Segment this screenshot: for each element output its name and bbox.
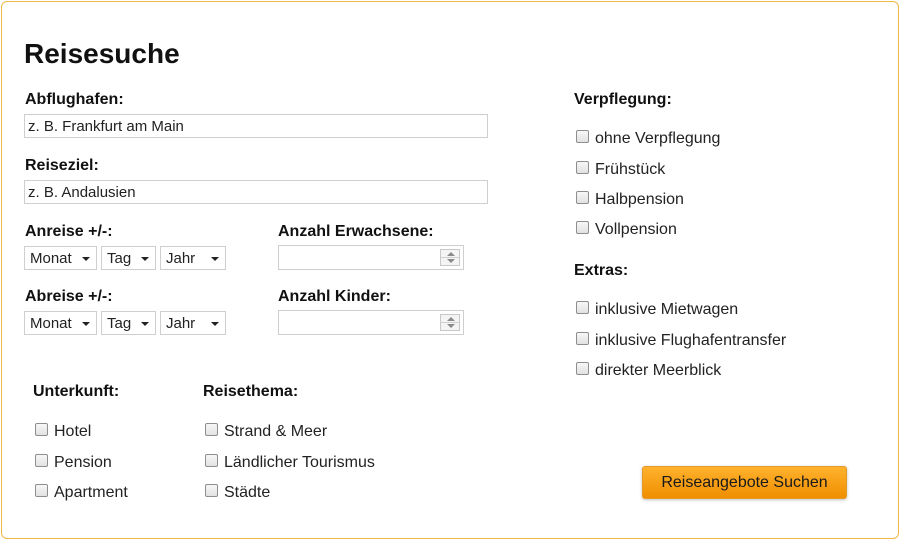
option-label: direkter Meerblick xyxy=(595,362,722,379)
checkbox[interactable] xyxy=(576,331,589,345)
catering-option-none[interactable]: ohne Verpflegung xyxy=(576,129,721,148)
stepper-buttons[interactable] xyxy=(440,314,460,331)
option-label: Vollpension xyxy=(595,221,677,238)
arrival-month-select[interactable]: Monat xyxy=(24,246,97,270)
catering-option-full-board[interactable]: Vollpension xyxy=(576,220,677,239)
return-year-select[interactable]: Jahr xyxy=(160,311,226,335)
checkbox[interactable] xyxy=(35,483,48,497)
checkbox[interactable] xyxy=(205,422,218,436)
option-label: Frühstück xyxy=(595,161,666,178)
theme-label: Reisethema: xyxy=(203,383,299,400)
option-label: Halbpension xyxy=(595,191,684,208)
chevron-down-icon xyxy=(141,257,149,261)
chevron-down-icon xyxy=(141,322,149,326)
stepper-down-icon[interactable] xyxy=(447,324,455,328)
checkbox[interactable] xyxy=(35,453,48,467)
accommodation-option-hotel[interactable]: Hotel xyxy=(35,422,92,441)
search-panel xyxy=(1,1,899,539)
return-day-value: Tag xyxy=(107,314,132,332)
option-label: Pension xyxy=(54,454,112,471)
search-button[interactable]: Reiseangebote Suchen xyxy=(642,466,847,499)
checkbox[interactable] xyxy=(35,422,48,436)
checkbox[interactable] xyxy=(205,453,218,467)
extras-option-rental-car[interactable]: inklusive Mietwagen xyxy=(576,300,739,319)
theme-option-beach[interactable]: Strand & Meer xyxy=(205,422,328,441)
checkbox[interactable] xyxy=(576,300,589,314)
arrival-day-value: Tag xyxy=(107,249,132,267)
arrival-year-value: Jahr xyxy=(166,249,196,267)
accommodation-label: Unterkunft: xyxy=(33,383,120,400)
extras-label: Extras: xyxy=(574,262,629,279)
option-label: Apartment xyxy=(54,484,128,501)
checkbox[interactable] xyxy=(576,361,589,375)
catering-option-half-board[interactable]: Halbpension xyxy=(576,190,684,209)
accommodation-option-apartment[interactable]: Apartment xyxy=(35,483,128,502)
adults-label: Anzahl Erwachsene: xyxy=(278,223,434,240)
children-label: Anzahl Kinder: xyxy=(278,288,391,305)
chevron-down-icon xyxy=(82,257,90,261)
arrival-label: Anreise +/-: xyxy=(25,223,113,240)
accommodation-option-pension[interactable]: Pension xyxy=(35,453,112,472)
return-month-select[interactable]: Monat xyxy=(24,311,97,335)
checkbox[interactable] xyxy=(576,190,589,204)
chevron-down-icon xyxy=(82,322,90,326)
arrival-month-value: Monat xyxy=(30,249,72,267)
children-stepper[interactable] xyxy=(278,310,464,335)
theme-option-rural[interactable]: Ländlicher Tourismus xyxy=(205,453,375,472)
return-year-value: Jahr xyxy=(166,314,196,332)
catering-label: Verpflegung: xyxy=(574,91,672,108)
option-label: ohne Verpflegung xyxy=(595,130,721,147)
option-label: Strand & Meer xyxy=(224,423,328,440)
stepper-up-icon[interactable] xyxy=(447,317,455,321)
adults-stepper[interactable] xyxy=(278,245,464,270)
stepper-down-icon[interactable] xyxy=(447,259,455,263)
option-label: inklusive Mietwagen xyxy=(595,301,739,318)
checkbox[interactable] xyxy=(205,483,218,497)
catering-option-breakfast[interactable]: Frühstück xyxy=(576,160,666,179)
departure-label: Abflughafen: xyxy=(25,91,124,108)
option-label: Ländlicher Tourismus xyxy=(224,454,375,471)
chevron-down-icon xyxy=(211,322,219,326)
destination-label: Reiseziel: xyxy=(25,157,99,174)
arrival-day-select[interactable]: Tag xyxy=(101,246,156,270)
arrival-year-select[interactable]: Jahr xyxy=(160,246,226,270)
checkbox[interactable] xyxy=(576,220,589,234)
stepper-up-icon[interactable] xyxy=(447,252,455,256)
extras-option-airport-transfer[interactable]: inklusive Flughafentransfer xyxy=(576,331,787,350)
checkbox[interactable] xyxy=(576,129,589,143)
return-month-value: Monat xyxy=(30,314,72,332)
theme-option-cities[interactable]: Städte xyxy=(205,483,271,502)
option-label: Städte xyxy=(224,484,271,501)
extras-option-sea-view[interactable]: direkter Meerblick xyxy=(576,361,722,380)
return-label: Abreise +/-: xyxy=(25,288,113,305)
checkbox[interactable] xyxy=(576,160,589,174)
departure-input[interactable] xyxy=(24,114,488,138)
stepper-buttons[interactable] xyxy=(440,249,460,266)
option-label: Hotel xyxy=(54,423,92,440)
option-label: inklusive Flughafentransfer xyxy=(595,332,787,349)
page-title: Reisesuche xyxy=(24,38,180,69)
return-day-select[interactable]: Tag xyxy=(101,311,156,335)
destination-input[interactable] xyxy=(24,180,488,204)
chevron-down-icon xyxy=(211,257,219,261)
